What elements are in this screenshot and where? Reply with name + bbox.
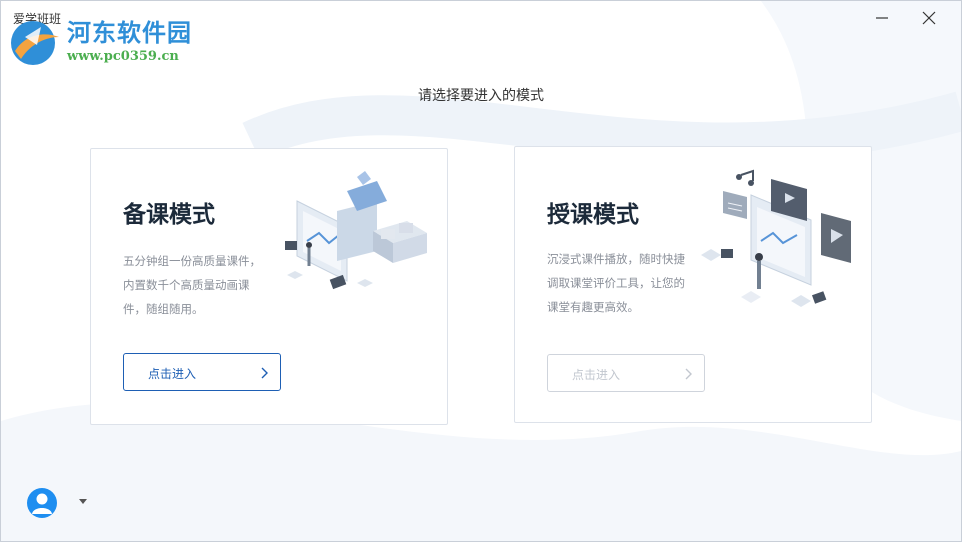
user-avatar-icon bbox=[32, 493, 52, 514]
prep-mode-card[interactable]: 备课模式 五分钟组一份高质量课件，内置数千个高质量动画课件，随组随用。 点击进入 bbox=[90, 148, 448, 425]
close-button[interactable] bbox=[906, 1, 952, 35]
teach-mode-illustration bbox=[701, 169, 851, 307]
prep-mode-title: 备课模式 bbox=[123, 202, 215, 228]
title-bar: 爱学班班 河东软件园 www.pc0359.cn bbox=[1, 1, 961, 65]
teach-mode-enter-label: 点击进入 bbox=[572, 368, 621, 382]
prep-mode-description: 五分钟组一份高质量课件，内置数千个高质量动画课件，随组随用。 bbox=[123, 254, 261, 316]
prep-mode-enter-button[interactable]: 点击进入 bbox=[123, 353, 281, 391]
teach-mode-card[interactable]: 授课模式 沉浸式课件播放，随时快捷调取课堂评价工具，让您的课堂有趣更高效。 点击… bbox=[514, 146, 872, 423]
minimize-button[interactable] bbox=[859, 1, 905, 35]
watermark: 河东软件园 www.pc0359.cn bbox=[7, 11, 207, 71]
prep-mode-illustration bbox=[285, 171, 427, 290]
teach-mode-description: 沉浸式课件播放，随时快捷调取课堂评价工具，让您的课堂有趣更高效。 bbox=[547, 252, 685, 314]
prep-mode-enter-label: 点击进入 bbox=[148, 367, 197, 381]
caret-down-icon[interactable] bbox=[79, 499, 87, 505]
close-icon bbox=[922, 11, 936, 25]
chevron-right-icon bbox=[261, 367, 268, 379]
chevron-right-icon bbox=[685, 368, 692, 380]
mode-prompt: 请选择要进入的模式 bbox=[418, 88, 544, 104]
user-avatar-button[interactable] bbox=[27, 488, 57, 518]
teach-mode-enter-button[interactable]: 点击进入 bbox=[547, 354, 705, 392]
app-window: 爱学班班 河东软件园 www.pc0359.cn 请选择要进入的模式 备课模式 … bbox=[0, 0, 962, 542]
teach-mode-title: 授课模式 bbox=[547, 202, 639, 228]
watermark-logo-icon bbox=[11, 21, 59, 65]
minimize-icon bbox=[876, 17, 888, 19]
watermark-url: www.pc0359.cn bbox=[67, 49, 179, 64]
watermark-name: 河东软件园 bbox=[67, 19, 192, 47]
